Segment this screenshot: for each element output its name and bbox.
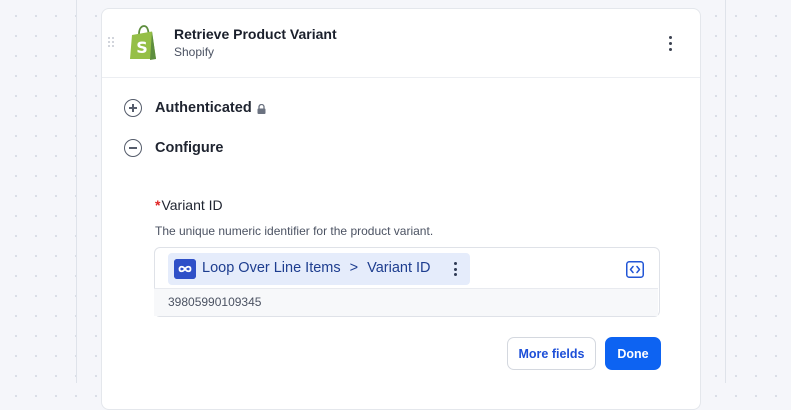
loop-icon xyxy=(174,259,196,279)
field-label-text: Variant ID xyxy=(161,197,223,213)
mapping-field: Variant ID xyxy=(367,260,431,276)
step-app-name: Shopify xyxy=(174,45,215,59)
canvas-rail-left xyxy=(76,0,77,383)
chip-menu-kebab-icon[interactable] xyxy=(451,261,459,277)
minus-circle-icon xyxy=(124,139,142,157)
drag-handle-icon[interactable] xyxy=(108,37,116,49)
section-label: Configure xyxy=(155,140,224,156)
section-configure[interactable]: Configure xyxy=(124,137,223,159)
step-config-panel: S Retrieve Product Variant Shopify Authe… xyxy=(101,8,701,410)
step-menu-kebab-icon[interactable] xyxy=(662,33,678,53)
field-description: The unique numeric identifier for the pr… xyxy=(155,224,434,238)
lock-icon xyxy=(257,104,266,114)
resolved-value: 39805990109345 xyxy=(168,295,262,309)
step-header: S Retrieve Product Variant Shopify xyxy=(102,9,700,78)
field-label: *Variant ID xyxy=(155,197,223,213)
code-toggle-icon[interactable] xyxy=(626,261,644,278)
plus-circle-icon xyxy=(124,99,142,117)
chevron-right-icon: > xyxy=(349,260,359,276)
mapping-source: Loop Over Line Items xyxy=(202,260,341,276)
mapping-path: Loop Over Line Items > Variant ID xyxy=(202,260,431,276)
svg-text:S: S xyxy=(136,38,148,57)
step-title: Retrieve Product Variant xyxy=(174,26,337,42)
variable-mapping-chip[interactable]: Loop Over Line Items > Variant ID xyxy=(168,253,470,285)
done-button[interactable]: Done xyxy=(605,337,661,370)
canvas-rail-right xyxy=(725,0,726,383)
section-authenticated[interactable]: Authenticated xyxy=(124,97,266,119)
section-label: Authenticated xyxy=(155,100,252,116)
required-marker: * xyxy=(155,197,161,213)
more-fields-button[interactable]: More fields xyxy=(507,337,596,370)
shopify-bag-icon: S xyxy=(130,25,156,60)
